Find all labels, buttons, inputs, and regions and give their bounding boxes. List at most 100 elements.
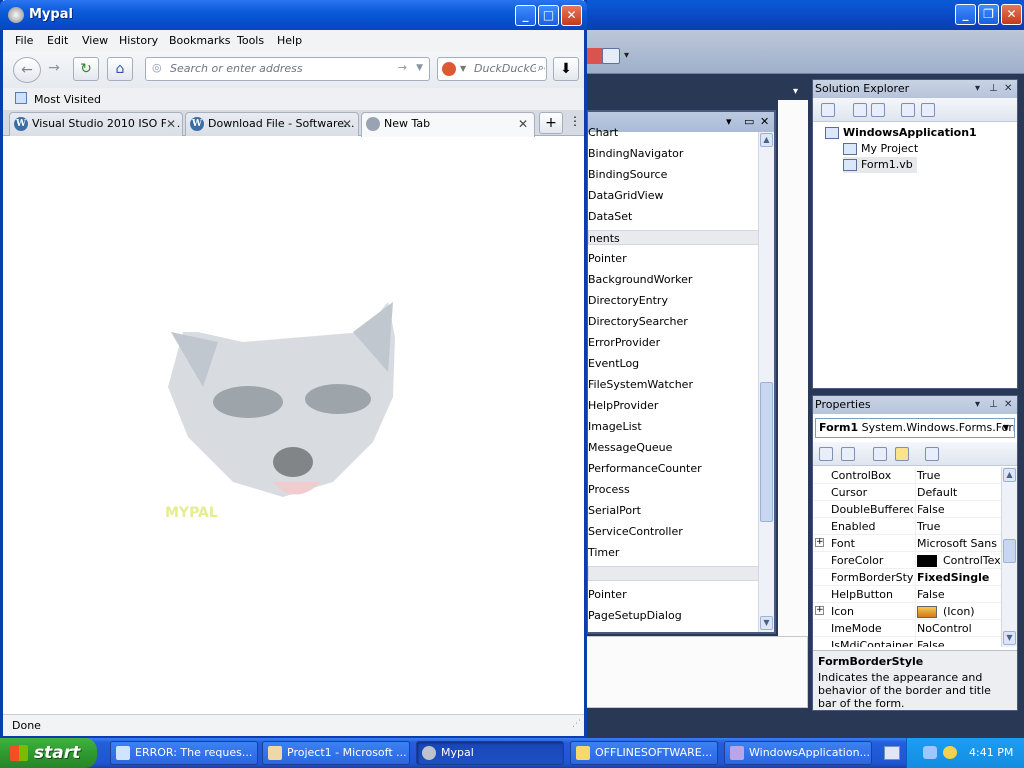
- property-value[interactable]: FixedSingle: [915, 569, 1003, 586]
- history-dropdown-icon[interactable]: ▼: [416, 63, 423, 73]
- downloads-button[interactable]: ⬇: [553, 57, 579, 81]
- toolbox-item[interactable]: BindingNavigator: [588, 143, 760, 164]
- start-button[interactable]: start: [0, 738, 97, 768]
- tab-close-icon[interactable]: ✕: [165, 113, 176, 135]
- search-icon[interactable]: ⌕: [535, 61, 544, 75]
- pane-dropdown-icon[interactable]: ▾: [975, 396, 980, 414]
- property-value[interactable]: False: [915, 501, 1003, 518]
- tab-close-icon[interactable]: ✕: [518, 113, 528, 135]
- tray-app-icon[interactable]: [943, 746, 957, 759]
- back-button[interactable]: ←: [13, 57, 41, 83]
- tab-download-file[interactable]: W Download File - Software... ✕: [185, 112, 359, 136]
- toolbox-item[interactable]: ImageList: [588, 416, 760, 437]
- scroll-up-icon[interactable]: ▲: [1003, 468, 1016, 482]
- object-selector[interactable]: Form1 System.Windows.Forms.Form ▼: [815, 418, 1015, 438]
- alphabetical-icon[interactable]: [841, 447, 855, 461]
- toolbox-item[interactable]: SerialPort: [588, 500, 760, 521]
- chevron-down-icon[interactable]: ▼: [999, 420, 1013, 436]
- property-value[interactable]: (Icon): [915, 603, 1003, 620]
- property-row[interactable]: ForeColor ControlText: [813, 552, 1003, 569]
- menu-history[interactable]: History: [119, 34, 158, 47]
- new-tab-button[interactable]: +: [539, 112, 563, 134]
- menu-view[interactable]: View: [82, 34, 108, 47]
- network-icon[interactable]: [923, 746, 937, 759]
- property-row[interactable]: + Icon (Icon): [813, 603, 1003, 620]
- pane-close-icon[interactable]: ✕: [1004, 80, 1012, 98]
- toolbox-item[interactable]: DataSet: [588, 206, 760, 227]
- keyboard-icon[interactable]: [884, 746, 900, 760]
- menu-bookmarks[interactable]: Bookmarks: [169, 34, 230, 47]
- toolbox-item[interactable]: ErrorProvider: [588, 332, 760, 353]
- toolbox-item[interactable]: PageSetupDialog: [588, 605, 760, 622]
- menu-file[interactable]: File: [15, 34, 33, 47]
- tree-item-form1[interactable]: Form1.vb: [843, 157, 917, 173]
- toolbox-item[interactable]: HelpProvider: [588, 395, 760, 416]
- bookmark-most-visited[interactable]: Most Visited: [34, 93, 101, 106]
- task-mypal[interactable]: Mypal: [416, 741, 564, 765]
- property-row[interactable]: FormBorderStyle FixedSingle: [813, 569, 1003, 586]
- toolbox-item[interactable]: Pointer: [588, 248, 760, 269]
- property-value[interactable]: True: [915, 467, 1003, 484]
- home-button[interactable]: ⌂: [107, 57, 133, 81]
- property-row[interactable]: ControlBox True: [813, 467, 1003, 484]
- minimize-button[interactable]: _: [515, 5, 536, 26]
- vs-minimize-button[interactable]: _: [955, 4, 976, 25]
- show-all-files-icon[interactable]: [853, 103, 867, 117]
- property-row[interactable]: HelpButton False: [813, 586, 1003, 603]
- toolbox-item[interactable]: DirectoryEntry: [588, 290, 760, 311]
- toolbox-item[interactable]: BindingSource: [588, 164, 760, 185]
- menu-help[interactable]: Help: [277, 34, 302, 47]
- property-row[interactable]: ImeMode NoControl: [813, 620, 1003, 637]
- doc-dropdown-icon[interactable]: ▾: [793, 86, 798, 97]
- toolbox-item[interactable]: Pointer: [588, 584, 760, 605]
- tab-list-icon[interactable]: ⋮: [569, 114, 581, 128]
- property-row[interactable]: DoubleBuffered False: [813, 501, 1003, 518]
- tab-new-tab[interactable]: New Tab ✕: [361, 112, 535, 137]
- property-value[interactable]: NoControl: [915, 620, 1003, 637]
- menu-tools[interactable]: Tools: [237, 34, 264, 47]
- properties-scrollbar[interactable]: ▲ ▼: [1001, 467, 1017, 647]
- property-row[interactable]: IsMdiContainer False: [813, 637, 1003, 647]
- address-bar[interactable]: ◎ Search or enter address → ▼: [145, 57, 430, 81]
- toolbox-item[interactable]: DataGridView: [588, 185, 760, 206]
- toolbox-item[interactable]: EventLog: [588, 353, 760, 374]
- pane-close-icon[interactable]: ✕: [1004, 396, 1012, 414]
- property-value[interactable]: ControlText: [915, 552, 1003, 569]
- toolbox-item[interactable]: FileSystemWatcher: [588, 374, 760, 395]
- forward-button[interactable]: →: [41, 57, 67, 81]
- toolbox-group-header[interactable]: nents: [588, 230, 760, 245]
- maximize-button[interactable]: □: [538, 5, 559, 26]
- duckduckgo-icon[interactable]: [442, 62, 456, 76]
- window-icon[interactable]: [602, 48, 620, 64]
- toolbox-item[interactable]: Chart: [588, 122, 760, 143]
- toolbox-item[interactable]: Process: [588, 479, 760, 500]
- menu-edit[interactable]: Edit: [47, 34, 68, 47]
- reload-button[interactable]: ↻: [73, 57, 99, 81]
- search-bar[interactable]: ▼ DuckDuckGo ⌕: [437, 57, 547, 81]
- pin-icon[interactable]: ⊥: [989, 80, 998, 98]
- scroll-down-icon[interactable]: ▼: [760, 616, 773, 630]
- go-arrow-icon[interactable]: →: [398, 61, 407, 74]
- toolbox-item[interactable]: MessageQueue: [588, 437, 760, 458]
- property-value[interactable]: Microsoft Sans Serif: [915, 535, 1003, 552]
- toolbox-item[interactable]: BackgroundWorker: [588, 269, 760, 290]
- task-error[interactable]: ERROR: The reques...: [110, 741, 258, 765]
- property-row[interactable]: Cursor Default: [813, 484, 1003, 501]
- vs-restore-button[interactable]: ❐: [978, 4, 999, 25]
- tree-item-my-project[interactable]: My Project: [843, 141, 918, 157]
- properties-view-icon[interactable]: [873, 447, 887, 461]
- pane-dropdown-icon[interactable]: ▾: [975, 80, 980, 98]
- property-row[interactable]: Enabled True: [813, 518, 1003, 535]
- toolbox-close-icon[interactable]: ✕: [760, 115, 769, 128]
- properties-icon[interactable]: [821, 103, 835, 117]
- expand-icon[interactable]: +: [815, 606, 824, 615]
- scrollbar-thumb[interactable]: [1003, 539, 1016, 563]
- task-offlinesoftware[interactable]: OFFLINESOFTWARE...: [570, 741, 718, 765]
- categorized-icon[interactable]: [819, 447, 833, 461]
- scroll-down-icon[interactable]: ▼: [1003, 631, 1016, 645]
- property-value[interactable]: Default: [915, 484, 1003, 501]
- tree-project[interactable]: WindowsApplication1: [825, 125, 977, 141]
- events-icon[interactable]: [895, 447, 909, 461]
- task-project1[interactable]: Project1 - Microsoft ...: [262, 741, 410, 765]
- task-windowsapplication[interactable]: WindowsApplication...: [724, 741, 872, 765]
